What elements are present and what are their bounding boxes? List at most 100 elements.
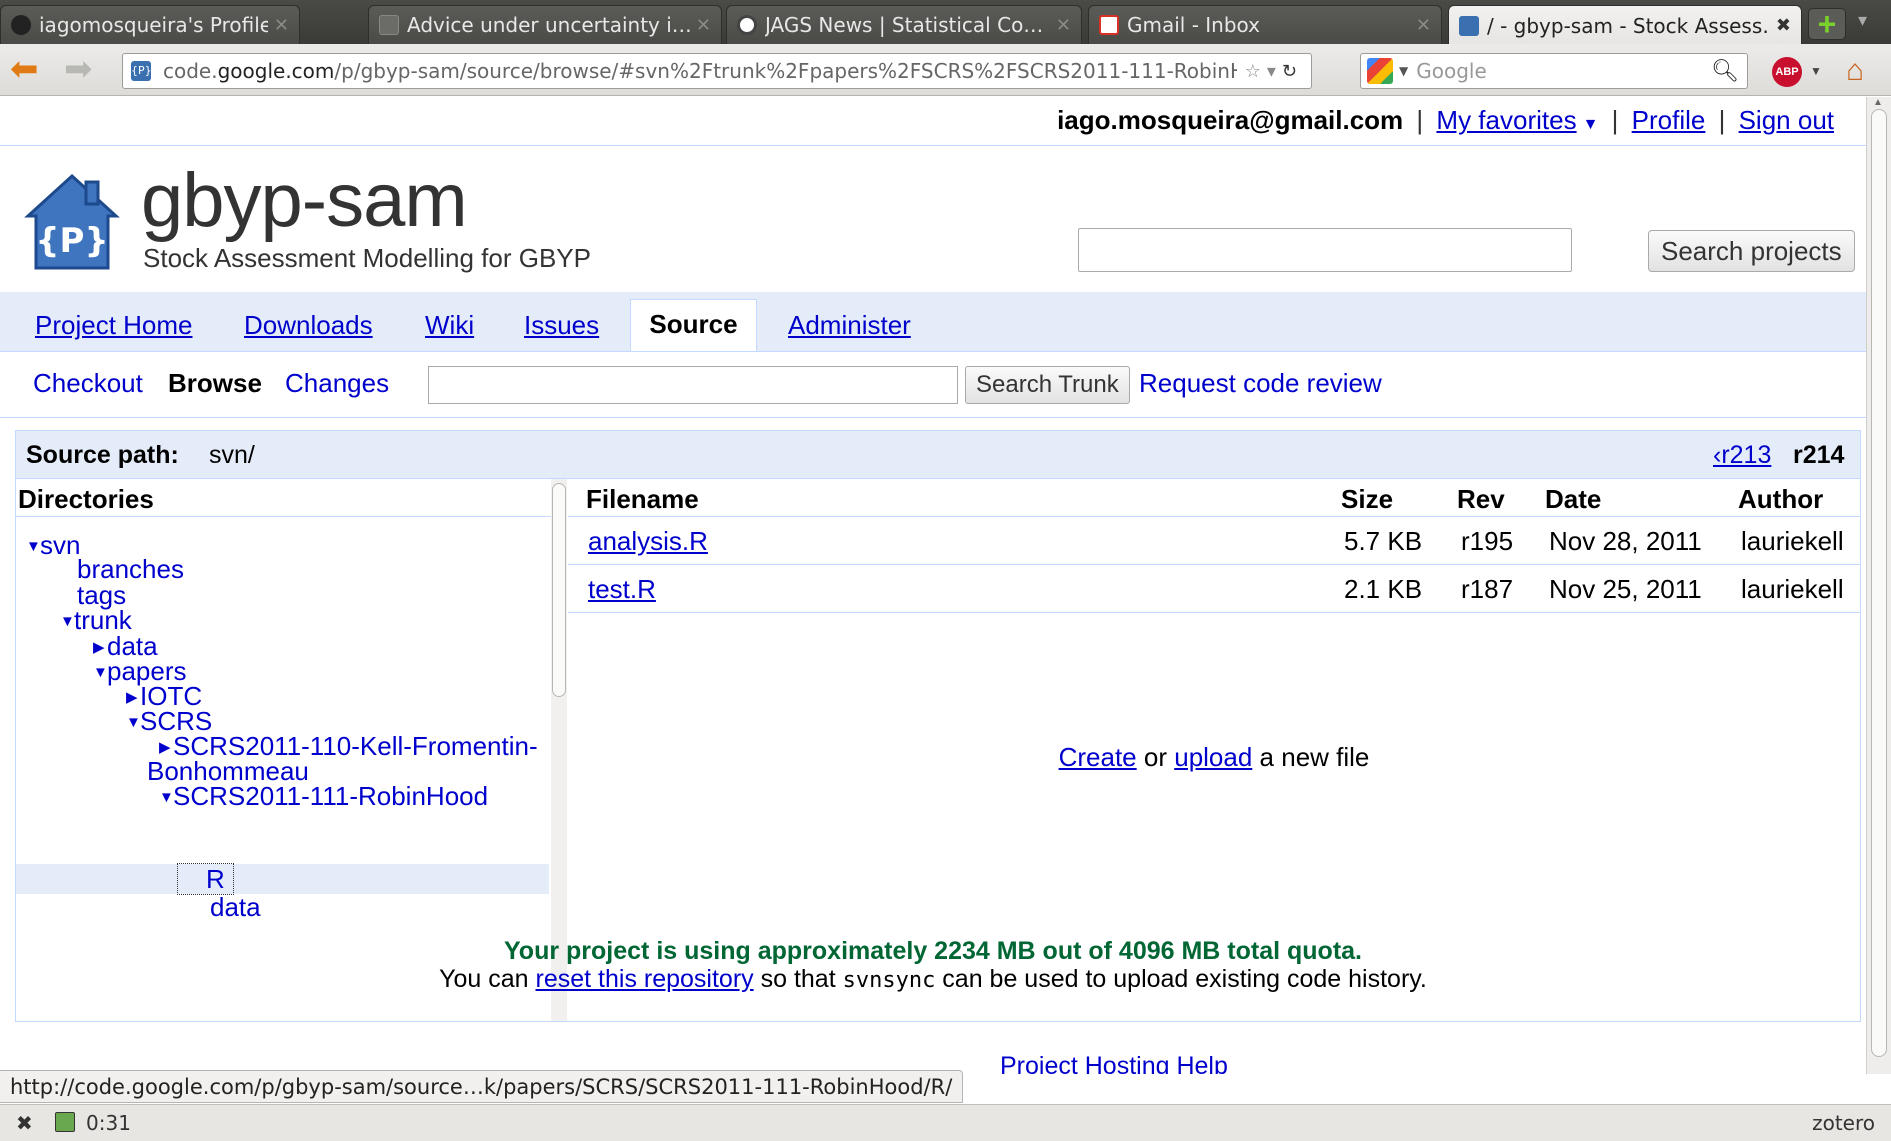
col-rev[interactable]: Rev	[1457, 484, 1505, 515]
close-tab-icon[interactable]: ✖	[1776, 15, 1791, 36]
file-row[interactable]: test.R 2.1 KB r187 Nov 25, 2011 laurieke…	[568, 566, 1860, 613]
search-trunk-button[interactable]: Search Trunk	[965, 366, 1130, 404]
create-file-link[interactable]: Create	[1059, 742, 1137, 772]
tab-project-home[interactable]: Project Home	[35, 310, 193, 341]
adblock-dropdown-icon[interactable]: ▼	[1810, 64, 1822, 78]
navigation-toolbar: ⬅ ➡ {P} code.google.com/p/gbyp-sam/sourc…	[0, 44, 1891, 96]
zotero-addon[interactable]: zotero	[1812, 1111, 1875, 1135]
link-status-url: http://code.google.com/p/gbyp-sam/source…	[0, 1070, 964, 1103]
collapsed-triangle-icon[interactable]: ▶	[159, 738, 173, 756]
upload-file-link[interactable]: upload	[1174, 742, 1252, 772]
footer-link[interactable]: Project Hosting Help	[1000, 1052, 1228, 1074]
sign-out-link[interactable]: Sign out	[1739, 105, 1834, 135]
source-path-label: Source path:	[26, 441, 179, 469]
divider	[0, 145, 1866, 146]
trunk-search-input[interactable]	[428, 366, 958, 404]
adblock-plus-icon[interactable]: ABP	[1772, 57, 1802, 87]
new-tab-button[interactable]: +	[1808, 8, 1846, 40]
tab-strip: iagomosqueira's Profile - … ✕ Advice und…	[0, 0, 1891, 45]
site-identity-icon[interactable]: {P}	[131, 61, 152, 81]
close-tab-icon[interactable]: ✕	[1416, 15, 1431, 36]
history-dropdown-icon[interactable]: ▾	[1267, 61, 1282, 82]
close-tab-icon[interactable]: ✕	[274, 15, 289, 36]
tab-downloads[interactable]: Downloads	[244, 310, 373, 341]
expanded-triangle-icon[interactable]: ▼	[126, 714, 141, 731]
quota-message: Your project is using approximately 2234…	[503, 937, 1363, 965]
page-content: iago.mosqueira@gmail.com | My favorites ▼…	[0, 97, 1866, 1074]
file-list-header: Filename Size Rev Date Author	[568, 479, 1860, 517]
google-engine-icon[interactable]	[1367, 58, 1393, 84]
file-name-link[interactable]: test.R	[588, 574, 656, 605]
project-logo[interactable]: {P}	[24, 172, 120, 272]
selected-row-highlight	[16, 864, 549, 894]
project-name[interactable]: gbyp-sam	[141, 157, 468, 244]
browser-tab-active[interactable]: / - gbyp-sam - Stock Assess… ✖	[1448, 5, 1802, 45]
collapsed-triangle-icon[interactable]: ▶	[93, 638, 107, 656]
expanded-triangle-icon[interactable]: ▼	[60, 613, 75, 630]
forward-arrow-icon[interactable]: ➡	[64, 52, 93, 86]
subtab-checkout[interactable]: Checkout	[33, 368, 143, 399]
divider	[0, 417, 1866, 418]
browser-tab[interactable]: iagomosqueira's Profile - … ✕	[0, 5, 300, 44]
file-rev: r187	[1461, 574, 1514, 604]
browser-tab[interactable]: Gmail - Inbox ✕	[1088, 5, 1442, 44]
expanded-triangle-icon[interactable]: ▼	[26, 538, 41, 555]
tree-node-svn[interactable]: ▼svn	[26, 530, 80, 561]
user-email: iago.mosqueira@gmail.com	[1057, 105, 1404, 135]
bookmark-star-icon[interactable]: ☆	[1245, 61, 1267, 82]
browser-tab[interactable]: JAGS News | Statistical Co… ✕	[726, 5, 1082, 44]
tree-node-scrs2011-111[interactable]: ▼SCRS2011-111-RobinHood	[159, 781, 488, 812]
browser-tab[interactable]: Advice under uncertainty i… ✕	[368, 5, 722, 44]
tab-wiki[interactable]: Wiki	[425, 310, 474, 341]
profile-link[interactable]: Profile	[1632, 105, 1706, 135]
col-author[interactable]: Author	[1738, 484, 1823, 515]
tab-administer[interactable]: Administer	[788, 310, 911, 341]
project-search-input[interactable]	[1078, 228, 1572, 272]
my-favorites-link[interactable]: My favorites	[1436, 105, 1576, 135]
scroll-up-icon[interactable]: ▲	[1873, 97, 1883, 108]
file-name-link[interactable]: analysis.R	[588, 526, 708, 557]
file-row[interactable]: analysis.R 5.7 KB r195 Nov 28, 2011 laur…	[568, 518, 1860, 565]
col-date[interactable]: Date	[1545, 484, 1601, 515]
gmail-icon	[1099, 15, 1119, 35]
project-summary: Stock Assessment Modelling for GBYP	[143, 243, 591, 273]
home-icon[interactable]: ⌂	[1846, 56, 1864, 86]
wordpress-icon	[737, 15, 757, 35]
favorites-dropdown-icon[interactable]: ▼	[1583, 116, 1599, 133]
page-scrollbar[interactable]: ▲	[1866, 97, 1891, 1074]
subtab-changes[interactable]: Changes	[285, 368, 389, 399]
back-arrow-icon[interactable]: ⬅	[10, 52, 39, 86]
request-code-review-link[interactable]: Request code review	[1139, 368, 1382, 399]
subtab-browse[interactable]: Browse	[168, 368, 262, 399]
github-icon	[11, 15, 31, 35]
addon-icon[interactable]	[55, 1112, 75, 1132]
web-search-box[interactable]: ▼ Google 🔍︎	[1360, 53, 1748, 89]
previous-revision-link[interactable]: ‹r213	[1713, 441, 1771, 470]
reset-repository-link[interactable]: reset this repository	[536, 965, 754, 993]
file-author: lauriekell	[1741, 526, 1844, 556]
svg-text:{P}: {P}	[35, 221, 108, 261]
close-tab-icon[interactable]: ✕	[1056, 15, 1071, 36]
tree-node-data-2[interactable]: data	[210, 892, 261, 923]
main-tab-bar: Project Home Downloads Wiki Issues Sourc…	[0, 292, 1866, 351]
tab-source[interactable]: Source	[630, 299, 757, 351]
reset-repository-note: You can reset this repository so that sv…	[439, 965, 1427, 993]
reload-icon[interactable]: ↻	[1282, 61, 1303, 82]
address-bar[interactable]: {P} code.google.com/p/gbyp-sam/source/br…	[122, 53, 1312, 89]
expanded-triangle-icon[interactable]: ▼	[93, 664, 108, 681]
tab-issues[interactable]: Issues	[524, 310, 599, 341]
col-filename[interactable]: Filename	[586, 484, 699, 515]
close-tab-icon[interactable]: ✕	[696, 15, 711, 36]
scrollbar-thumb[interactable]	[1871, 109, 1887, 1057]
expanded-triangle-icon[interactable]: ▼	[159, 789, 174, 806]
col-size[interactable]: Size	[1341, 484, 1393, 515]
tree-node-r-selected[interactable]: R	[177, 863, 234, 895]
scrollbar-thumb[interactable]	[552, 483, 566, 697]
close-icon[interactable]: ✖	[16, 1111, 33, 1135]
search-projects-button[interactable]: Search projects	[1648, 230, 1855, 272]
tab-list-chevron-icon[interactable]: ▾	[1858, 10, 1867, 31]
engine-dropdown-icon[interactable]: ▼	[1399, 64, 1408, 78]
collapsed-triangle-icon[interactable]: ▶	[126, 688, 140, 706]
search-icon[interactable]: 🔍︎	[1711, 59, 1739, 84]
file-author: lauriekell	[1741, 574, 1844, 604]
